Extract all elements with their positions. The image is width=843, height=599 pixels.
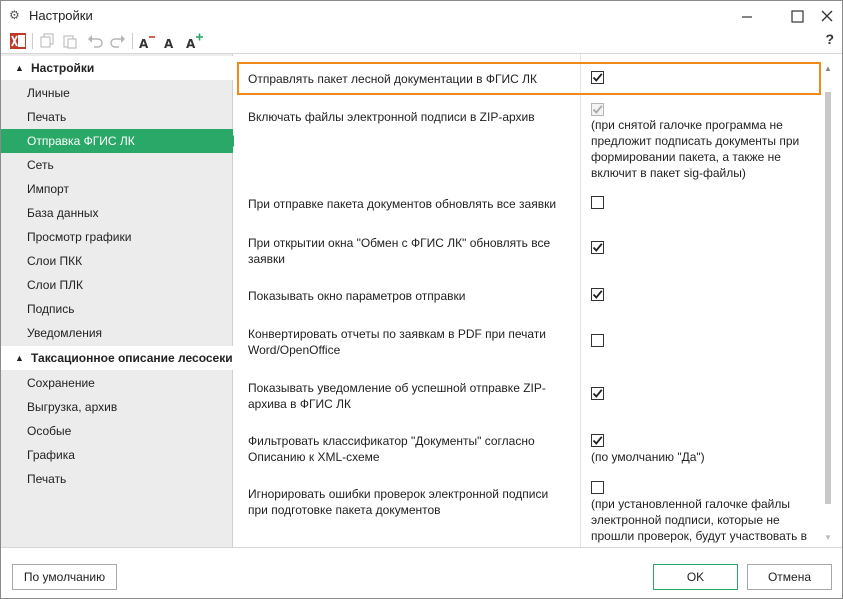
help-button[interactable]: ? — [825, 31, 834, 47]
font-decrease-icon: A — [139, 36, 155, 50]
checkmark-icon — [592, 436, 603, 445]
scroll-down-icon[interactable]: ▼ — [824, 533, 832, 542]
toolbar-separator — [132, 33, 133, 49]
excel-icon — [10, 33, 26, 49]
option-checkbox[interactable] — [591, 481, 604, 494]
sidebar-item-plk-layers[interactable]: Слои ПЛК — [1, 273, 233, 297]
option-checkbox[interactable] — [591, 196, 604, 209]
sidebar-item-special[interactable]: Особые — [1, 419, 233, 443]
option-checkbox[interactable] — [591, 387, 604, 400]
toolbar-separator — [32, 33, 33, 49]
sidebar-group-settings[interactable]: ▲ Настройки — [1, 56, 233, 80]
decrease-font-button[interactable]: A — [137, 31, 157, 51]
sidebar-item-pkk-layers[interactable]: Слои ПКК — [1, 249, 233, 273]
copy-button[interactable] — [37, 31, 57, 51]
svg-text:A: A — [186, 37, 196, 50]
scrollbar-thumb[interactable] — [825, 92, 831, 504]
default-button[interactable]: По умолчанию — [12, 564, 117, 590]
option-note: (при снятой галочке программа не предлож… — [591, 118, 800, 180]
toolbar: A A A ? — [1, 29, 842, 53]
font-increase-icon: A — [186, 33, 203, 50]
undo-button[interactable] — [85, 31, 105, 51]
scroll-up-icon[interactable]: ▲ — [824, 64, 832, 73]
option-label: Конвертировать отчеты по заявкам в PDF п… — [248, 327, 546, 357]
checkmark-icon — [592, 389, 603, 398]
content-area: ▲ Настройки Личные Печать Отправка ФГИС … — [1, 53, 842, 547]
window-title: Настройки — [29, 8, 93, 23]
option-label: Показывать окно параметров отправки — [248, 289, 466, 303]
minimize-icon — [742, 16, 752, 18]
cancel-button[interactable]: Отмена — [747, 564, 832, 590]
sidebar-item-notifications[interactable]: Уведомления — [1, 321, 233, 345]
close-button[interactable] — [813, 5, 841, 27]
checkmark-icon — [592, 243, 603, 252]
settings-window: ⚙ Настройки A A A ? ▲ Настройки Личные П… — [0, 0, 843, 599]
option-note: (при установленной галочке файлы электро… — [591, 497, 808, 543]
sidebar-item-network[interactable]: Сеть — [1, 153, 233, 177]
option-checkbox[interactable] — [591, 71, 604, 84]
export-excel-button[interactable] — [8, 31, 28, 51]
paste-icon — [63, 35, 77, 49]
sidebar-group-label: Таксационное описание лесосеки — [31, 351, 233, 365]
gears-icon: ⚙ — [9, 8, 20, 22]
scrollbar[interactable]: ▲ ▼ — [823, 64, 833, 548]
close-icon — [821, 10, 833, 22]
sidebar-item-graphics-view[interactable]: Просмотр графики — [1, 225, 233, 249]
sidebar-item-personal[interactable]: Личные — [1, 81, 233, 105]
dialog-footer: По умолчанию OK Отмена — [1, 547, 842, 598]
sidebar-item-print-taxation[interactable]: Печать — [1, 467, 233, 491]
option-label: Игнорировать ошибки проверок электронной… — [248, 487, 549, 517]
reset-font-button[interactable]: A — [160, 31, 180, 51]
checkmark-icon — [592, 73, 603, 82]
option-checkbox[interactable] — [591, 334, 604, 347]
chevron-up-icon: ▲ — [15, 63, 24, 73]
option-label: При отправке пакета документов обновлять… — [248, 197, 557, 211]
sidebar-item-print[interactable]: Печать — [1, 105, 233, 129]
sidebar-group-label: Настройки — [31, 61, 95, 75]
sidebar-item-fgis-send[interactable]: Отправка ФГИС ЛК — [1, 129, 240, 153]
option-checkbox[interactable] — [591, 241, 604, 254]
chevron-up-icon: ▲ — [15, 353, 24, 363]
font-reset-icon: A — [164, 37, 174, 50]
undo-icon — [88, 35, 103, 48]
sidebar-item-export-archive[interactable]: Выгрузка, архив — [1, 395, 233, 419]
redo-icon — [110, 35, 125, 48]
option-label: Отправлять пакет лесной документации в Ф… — [248, 72, 537, 86]
title-bar: ⚙ Настройки — [1, 1, 842, 29]
checkmark-icon — [592, 105, 603, 114]
redo-button[interactable] — [108, 31, 128, 51]
option-label: Фильтровать классификатор "Документы" со… — [248, 434, 535, 464]
paste-button[interactable] — [60, 31, 80, 51]
option-label: Включать файлы электронной подписи в ZIP… — [248, 110, 535, 124]
sidebar-item-signature[interactable]: Подпись — [1, 297, 233, 321]
svg-text:A: A — [164, 37, 174, 50]
sidebar-item-graphics[interactable]: Графика — [1, 443, 233, 467]
checkmark-icon — [592, 290, 603, 299]
svg-text:A: A — [139, 37, 149, 50]
maximize-button[interactable] — [783, 5, 811, 27]
option-checkbox[interactable] — [591, 103, 604, 116]
option-note: (по умолчанию "Да") — [591, 450, 705, 464]
sidebar-group-taxation[interactable]: ▲ Таксационное описание лесосеки — [1, 346, 233, 370]
column-divider — [580, 54, 581, 547]
options-panel: Отправлять пакет лесной документации в Ф… — [234, 54, 842, 547]
minimize-button[interactable] — [733, 5, 761, 27]
settings-sidebar: ▲ Настройки Личные Печать Отправка ФГИС … — [1, 54, 240, 547]
ok-button[interactable]: OK — [653, 564, 738, 590]
option-label: При открытии окна "Обмен с ФГИС ЛК" обно… — [248, 236, 551, 266]
option-label: Показывать уведомление об успешной отпра… — [248, 381, 546, 411]
maximize-icon — [790, 9, 804, 23]
option-checkbox[interactable] — [591, 288, 604, 301]
sidebar-item-import[interactable]: Импорт — [1, 177, 233, 201]
copy-icon — [40, 33, 54, 48]
increase-font-button[interactable]: A — [184, 31, 206, 51]
sidebar-item-database[interactable]: База данных — [1, 201, 233, 225]
option-checkbox[interactable] — [591, 434, 604, 447]
sidebar-item-saving[interactable]: Сохранение — [1, 371, 233, 395]
